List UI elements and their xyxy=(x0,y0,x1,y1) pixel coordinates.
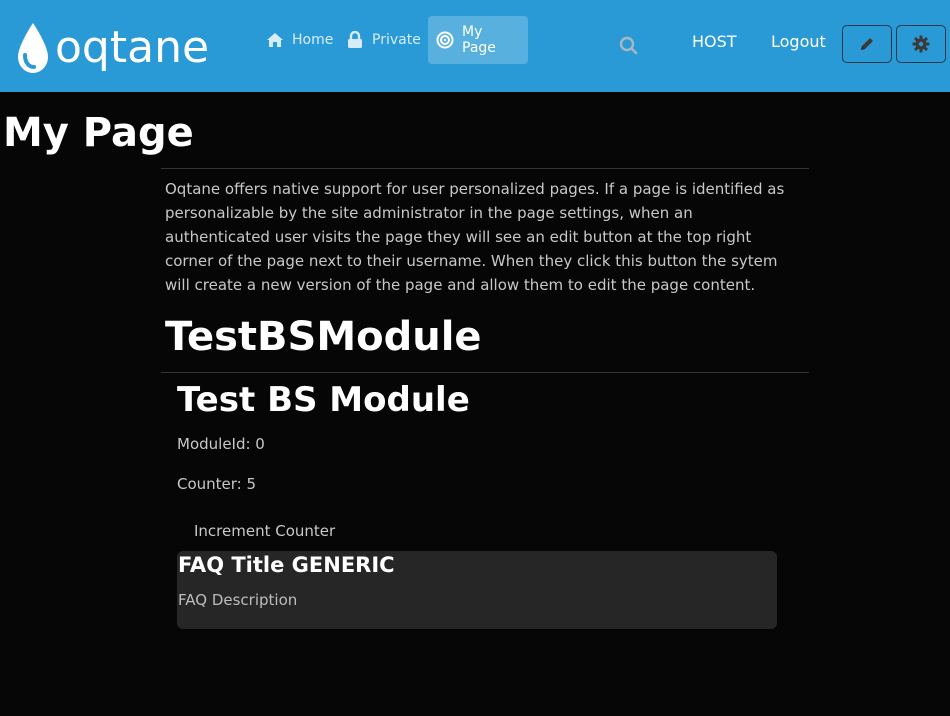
nav-item-label: Home xyxy=(292,32,334,48)
nav-item-home[interactable]: Home xyxy=(258,16,341,64)
edit-mode-button[interactable] xyxy=(842,25,892,63)
brand-logo[interactable]: oqtane xyxy=(15,20,209,76)
increment-counter-button[interactable]: Increment Counter xyxy=(178,519,351,543)
module-id-text: ModuleId: 0 xyxy=(177,435,265,453)
faq-description: FAQ Description xyxy=(178,591,298,609)
nav-item-my-page[interactable]: My Page xyxy=(428,16,528,64)
module-heading: Test BS Module xyxy=(177,380,470,420)
module-container-title: TestBSModule xyxy=(165,314,482,360)
lock-icon xyxy=(346,31,364,49)
control-panel-button[interactable] xyxy=(896,25,946,63)
faq-title: FAQ Title GENERIC xyxy=(178,553,395,577)
target-icon xyxy=(436,31,454,49)
faq-card: FAQ Title GENERIC FAQ Description xyxy=(177,551,777,629)
divider xyxy=(161,168,809,169)
search-icon xyxy=(619,36,638,55)
brand-name: oqtane xyxy=(55,22,210,73)
divider xyxy=(161,372,809,373)
droplet-logo-icon xyxy=(18,23,48,73)
counter-text: Counter: 5 xyxy=(177,475,257,493)
page-title: My Page xyxy=(3,110,194,156)
nav-item-private[interactable]: Private xyxy=(338,16,429,64)
page-intro-text: Oqtane offers native support for user pe… xyxy=(165,180,785,294)
top-navbar: oqtane Home Private My Page HOST Logout xyxy=(0,0,950,92)
user-host-link[interactable]: HOST xyxy=(692,32,737,51)
logout-link[interactable]: Logout xyxy=(771,32,826,51)
nav-item-label: My Page xyxy=(462,24,496,56)
nav-item-label: Private xyxy=(372,32,421,48)
home-icon xyxy=(266,31,284,49)
gear-icon xyxy=(912,35,930,53)
pencil-icon xyxy=(861,38,873,50)
search-button[interactable] xyxy=(617,34,639,56)
